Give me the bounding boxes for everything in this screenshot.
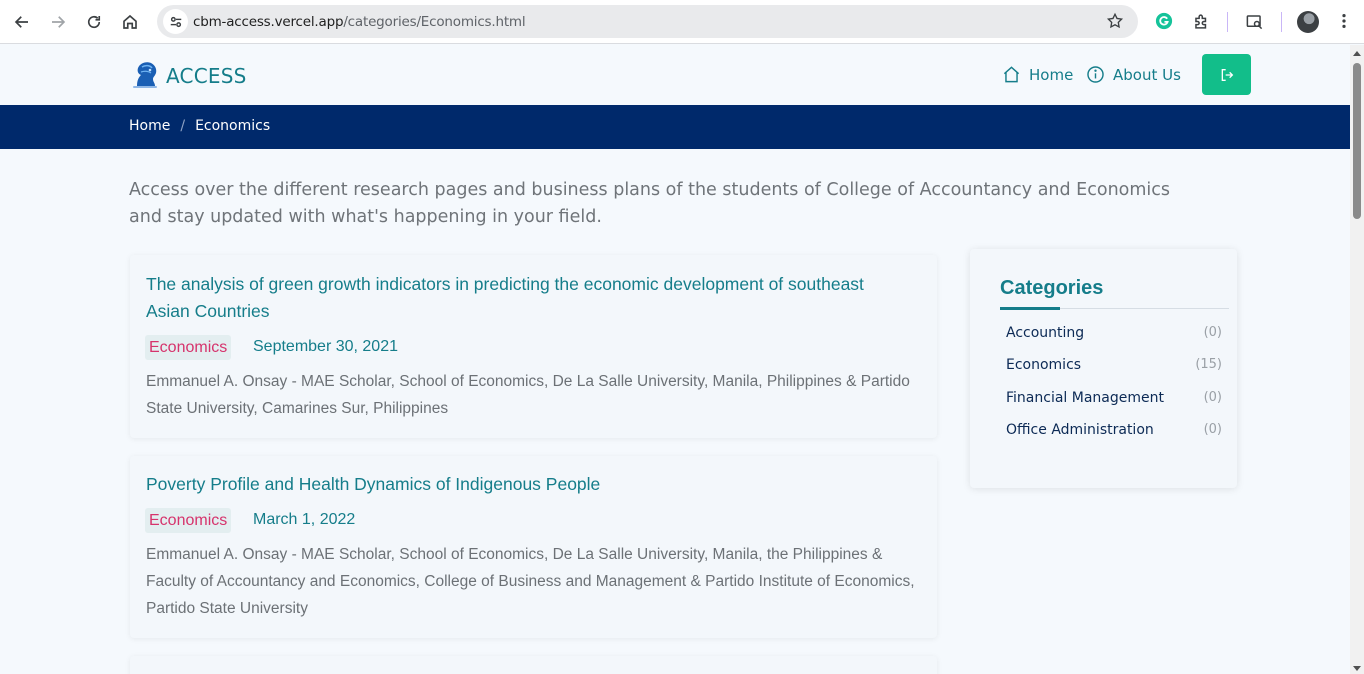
post-date: September 30, 2021 [253, 338, 398, 355]
category-item-office-administration[interactable]: Office Administration (0) [1006, 422, 1222, 438]
scroll-up-arrow-icon[interactable] [1353, 51, 1361, 56]
nav-home-link[interactable]: Home [1002, 65, 1073, 84]
url-path: /categories/Economics.html [343, 14, 526, 30]
site-logo-text[interactable]: ACCESS [166, 64, 247, 88]
category-name[interactable]: Economics [1006, 357, 1081, 373]
category-count: (0) [1203, 325, 1222, 340]
category-badge[interactable]: Economics [145, 508, 232, 533]
kebab-menu-icon[interactable] [1334, 11, 1354, 31]
extensions-puzzle-icon[interactable] [1191, 11, 1211, 31]
bookmark-star-icon[interactable] [1106, 12, 1124, 30]
category-item-financial-management[interactable]: Financial Management (0) [1006, 390, 1222, 406]
house-icon [1003, 66, 1020, 83]
breadcrumb: Home / Economics [129, 118, 270, 134]
post-card: Poverty Profile and Health Dynamics of I… [130, 456, 937, 638]
category-name[interactable]: Accounting [1006, 325, 1084, 341]
post-authors: Emmanuel A. Onsay - MAE Scholar, School … [146, 546, 915, 617]
post-date: March 1, 2022 [253, 511, 356, 528]
home-icon[interactable] [116, 8, 144, 36]
category-count: (15) [1195, 357, 1222, 372]
logout-button[interactable] [1202, 54, 1251, 95]
category-name[interactable]: Financial Management [1006, 390, 1164, 406]
url-host: cbm-access.vercel.app [193, 14, 344, 30]
site-info-icon[interactable] [163, 9, 188, 34]
category-item-economics[interactable]: Economics (15) [1006, 357, 1222, 373]
browser-toolbar: cbm-access.vercel.app/categories/Economi… [0, 0, 1364, 44]
category-count: (0) [1203, 422, 1222, 437]
sidebar-title-underline [1000, 307, 1060, 310]
info-circle-icon [1087, 66, 1104, 83]
reload-icon[interactable] [80, 8, 108, 36]
tab-search-icon[interactable] [1244, 11, 1264, 31]
post-card [130, 656, 937, 674]
category-item-accounting[interactable]: Accounting (0) [1006, 325, 1222, 341]
breadcrumb-separator: / [180, 118, 186, 134]
category-count: (0) [1203, 390, 1222, 405]
post-authors: Emmanuel A. Onsay - MAE Scholar, School … [146, 373, 910, 417]
forward-arrow-icon[interactable] [44, 8, 72, 36]
intro-text: Access over the different research pages… [129, 180, 1171, 227]
page-scrollbar[interactable] [1350, 45, 1364, 674]
address-bar[interactable]: cbm-access.vercel.app/categories/Economi… [157, 5, 1138, 38]
site-header: ACCESS Home About Us [0, 45, 1350, 105]
profile-avatar[interactable] [1297, 11, 1319, 33]
sign-out-icon [1221, 68, 1233, 81]
sidebar-title: Categories [1000, 277, 1104, 299]
post-title-link[interactable]: Poverty Profile and Health Dynamics of I… [146, 471, 906, 498]
nav-about-label: About Us [1113, 65, 1181, 84]
scroll-thumb[interactable] [1353, 63, 1361, 219]
breadcrumb-bar: Home / Economics [0, 105, 1350, 149]
breadcrumb-current: Economics [195, 118, 271, 134]
nav-about-link[interactable]: About Us [1086, 65, 1181, 84]
scroll-down-arrow-icon[interactable] [1353, 666, 1361, 671]
toolbar-divider [1227, 12, 1228, 32]
toolbar-divider [1281, 12, 1282, 32]
back-arrow-icon[interactable] [8, 8, 36, 36]
grammarly-icon[interactable] [1154, 11, 1174, 31]
category-badge[interactable]: Economics [145, 335, 232, 360]
category-name[interactable]: Office Administration [1006, 422, 1154, 438]
post-card: The analysis of green growth indicators … [130, 255, 937, 438]
post-title-link[interactable]: The analysis of green growth indicators … [146, 271, 906, 325]
logo-icon[interactable] [131, 59, 159, 89]
url-text: cbm-access.vercel.app/categories/Economi… [193, 14, 526, 30]
nav-home-label: Home [1029, 65, 1074, 84]
breadcrumb-home-link[interactable]: Home [129, 118, 170, 134]
categories-sidebar: Categories Accounting (0) Economics (15)… [970, 249, 1237, 488]
